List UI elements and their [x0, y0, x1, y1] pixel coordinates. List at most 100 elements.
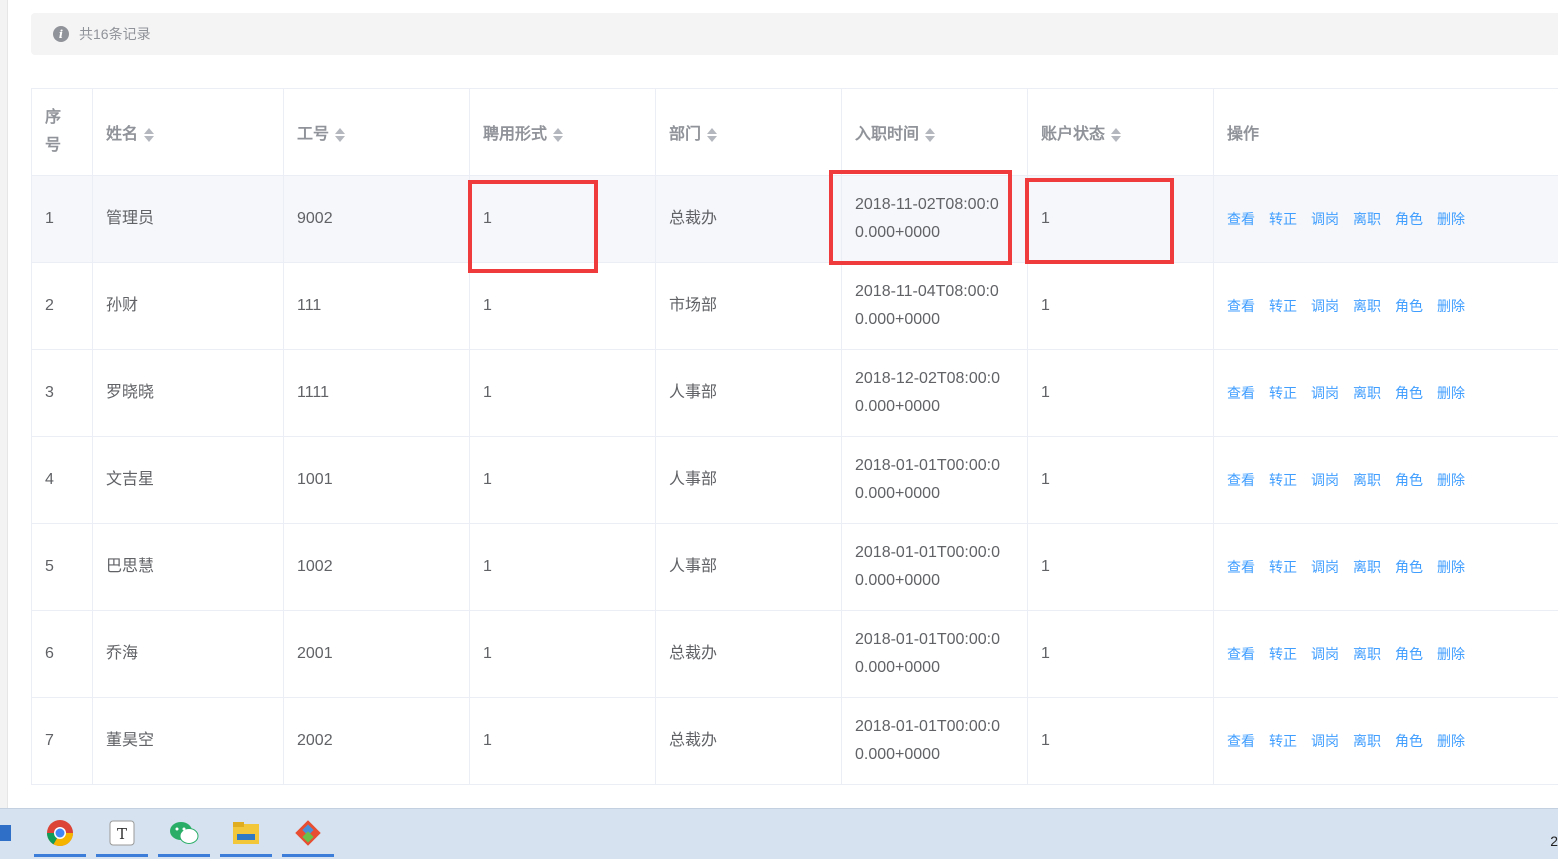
cell-account-status: 1 — [1028, 437, 1214, 524]
cell-index: 3 — [32, 350, 93, 437]
cell-account-status: 1 — [1028, 263, 1214, 350]
header-emp-no[interactable]: 工号 — [284, 89, 470, 176]
cell-hire-form: 1 — [470, 524, 656, 611]
hire-date-line: 2018-11-04T08:00:0 — [855, 278, 1014, 306]
delete-button[interactable]: 删除 — [1437, 733, 1465, 749]
role-button[interactable]: 角色 — [1395, 211, 1423, 227]
sort-icon[interactable] — [707, 127, 717, 143]
transfer-button[interactable]: 调岗 — [1311, 733, 1339, 749]
record-count-text: 共16条记录 — [79, 24, 151, 44]
header-name[interactable]: 姓名 — [93, 89, 284, 176]
regularize-button[interactable]: 转正 — [1269, 559, 1297, 575]
delete-button[interactable]: 删除 — [1437, 559, 1465, 575]
transfer-button[interactable]: 调岗 — [1311, 559, 1339, 575]
transfer-button[interactable]: 调岗 — [1311, 298, 1339, 314]
active-indicator — [220, 854, 272, 857]
resign-button[interactable]: 离职 — [1353, 385, 1381, 401]
cell-name: 乔海 — [93, 611, 284, 698]
table-row[interactable]: 1管理员90021总裁办2018-11-02T08:00:00.000+0000… — [32, 176, 1558, 263]
regularize-button[interactable]: 转正 — [1269, 385, 1297, 401]
table-row[interactable]: 2孙财1111市场部2018-11-04T08:00:00.000+00001查… — [32, 263, 1558, 350]
header-hire-date[interactable]: 入职时间 — [842, 89, 1028, 176]
hire-date-line: 2018-12-02T08:00:0 — [855, 365, 1014, 393]
regularize-button[interactable]: 转正 — [1269, 211, 1297, 227]
delete-button[interactable]: 删除 — [1437, 472, 1465, 488]
hire-date-line: 0.000+0000 — [855, 741, 1014, 769]
chrome-icon[interactable] — [34, 809, 86, 857]
cell-actions: 查看转正调岗离职角色删除 — [1214, 350, 1558, 437]
resign-button[interactable]: 离职 — [1353, 559, 1381, 575]
sort-icon[interactable] — [144, 127, 154, 143]
typora-icon[interactable]: T — [96, 809, 148, 857]
git-icon[interactable] — [282, 809, 334, 857]
sort-icon[interactable] — [335, 127, 345, 143]
hire-date-line: 0.000+0000 — [855, 567, 1014, 595]
view-button[interactable]: 查看 — [1227, 298, 1255, 314]
transfer-button[interactable]: 调岗 — [1311, 211, 1339, 227]
table-row[interactable]: 6乔海20011总裁办2018-01-01T00:00:00.000+00001… — [32, 611, 1558, 698]
cell-hire-date: 2018-01-01T00:00:00.000+0000 — [842, 437, 1028, 524]
cell-hire-form: 1 — [470, 437, 656, 524]
resign-button[interactable]: 离职 — [1353, 211, 1381, 227]
hire-date-line: 0.000+0000 — [855, 393, 1014, 421]
view-button[interactable]: 查看 — [1227, 733, 1255, 749]
active-indicator — [282, 854, 334, 857]
hire-date-line: 2018-01-01T00:00:0 — [855, 539, 1014, 567]
transfer-button[interactable]: 调岗 — [1311, 472, 1339, 488]
view-button[interactable]: 查看 — [1227, 385, 1255, 401]
cell-hire-form: 1 — [470, 263, 656, 350]
regularize-button[interactable]: 转正 — [1269, 298, 1297, 314]
resign-button[interactable]: 离职 — [1353, 646, 1381, 662]
cell-emp-no: 111 — [284, 263, 470, 350]
table-row[interactable]: 4文吉星10011人事部2018-01-01T00:00:00.000+0000… — [32, 437, 1558, 524]
regularize-button[interactable]: 转正 — [1269, 472, 1297, 488]
svg-text:T: T — [117, 825, 127, 843]
delete-button[interactable]: 删除 — [1437, 211, 1465, 227]
highlight-box-hire-date — [829, 170, 1012, 265]
resign-button[interactable]: 离职 — [1353, 472, 1381, 488]
table-row[interactable]: 5巴思慧10021人事部2018-01-01T00:00:00.000+0000… — [32, 524, 1558, 611]
regularize-button[interactable]: 转正 — [1269, 646, 1297, 662]
cell-emp-no: 9002 — [284, 176, 470, 263]
header-hire-form-label: 聘用形式 — [483, 126, 547, 143]
role-button[interactable]: 角色 — [1395, 298, 1423, 314]
resign-button[interactable]: 离职 — [1353, 733, 1381, 749]
header-index-line2: 号 — [45, 132, 79, 160]
sort-icon[interactable] — [553, 127, 563, 143]
sort-icon[interactable] — [1111, 127, 1121, 143]
record-count-alert: i 共16条记录 — [31, 13, 1558, 55]
file-explorer-icon[interactable] — [220, 809, 272, 857]
role-button[interactable]: 角色 — [1395, 472, 1423, 488]
role-button[interactable]: 角色 — [1395, 559, 1423, 575]
cell-emp-no: 1001 — [284, 437, 470, 524]
cell-dept: 人事部 — [656, 524, 842, 611]
transfer-button[interactable]: 调岗 — [1311, 646, 1339, 662]
header-dept-label: 部门 — [669, 126, 701, 143]
resign-button[interactable]: 离职 — [1353, 298, 1381, 314]
left-panel-edge — [0, 0, 8, 808]
delete-button[interactable]: 删除 — [1437, 298, 1465, 314]
view-button[interactable]: 查看 — [1227, 559, 1255, 575]
delete-button[interactable]: 删除 — [1437, 385, 1465, 401]
hire-date-line: 0.000+0000 — [855, 654, 1014, 682]
view-button[interactable]: 查看 — [1227, 472, 1255, 488]
header-account-status[interactable]: 账户状态 — [1028, 89, 1214, 176]
view-button[interactable]: 查看 — [1227, 211, 1255, 227]
role-button[interactable]: 角色 — [1395, 646, 1423, 662]
cell-hire-date: 2018-01-01T00:00:00.000+0000 — [842, 524, 1028, 611]
table-row[interactable]: 7董昊空20021总裁办2018-01-01T00:00:00.000+0000… — [32, 698, 1558, 785]
header-hire-form[interactable]: 聘用形式 — [470, 89, 656, 176]
transfer-button[interactable]: 调岗 — [1311, 385, 1339, 401]
start-icon[interactable] — [0, 809, 34, 857]
sort-icon[interactable] — [925, 127, 935, 143]
hire-date-line: 2018-01-01T00:00:0 — [855, 713, 1014, 741]
header-dept[interactable]: 部门 — [656, 89, 842, 176]
wechat-icon[interactable] — [158, 809, 210, 857]
role-button[interactable]: 角色 — [1395, 385, 1423, 401]
table-row[interactable]: 3罗晓晓11111人事部2018-12-02T08:00:00.000+0000… — [32, 350, 1558, 437]
view-button[interactable]: 查看 — [1227, 646, 1255, 662]
role-button[interactable]: 角色 — [1395, 733, 1423, 749]
delete-button[interactable]: 删除 — [1437, 646, 1465, 662]
regularize-button[interactable]: 转正 — [1269, 733, 1297, 749]
cell-name: 罗晓晓 — [93, 350, 284, 437]
